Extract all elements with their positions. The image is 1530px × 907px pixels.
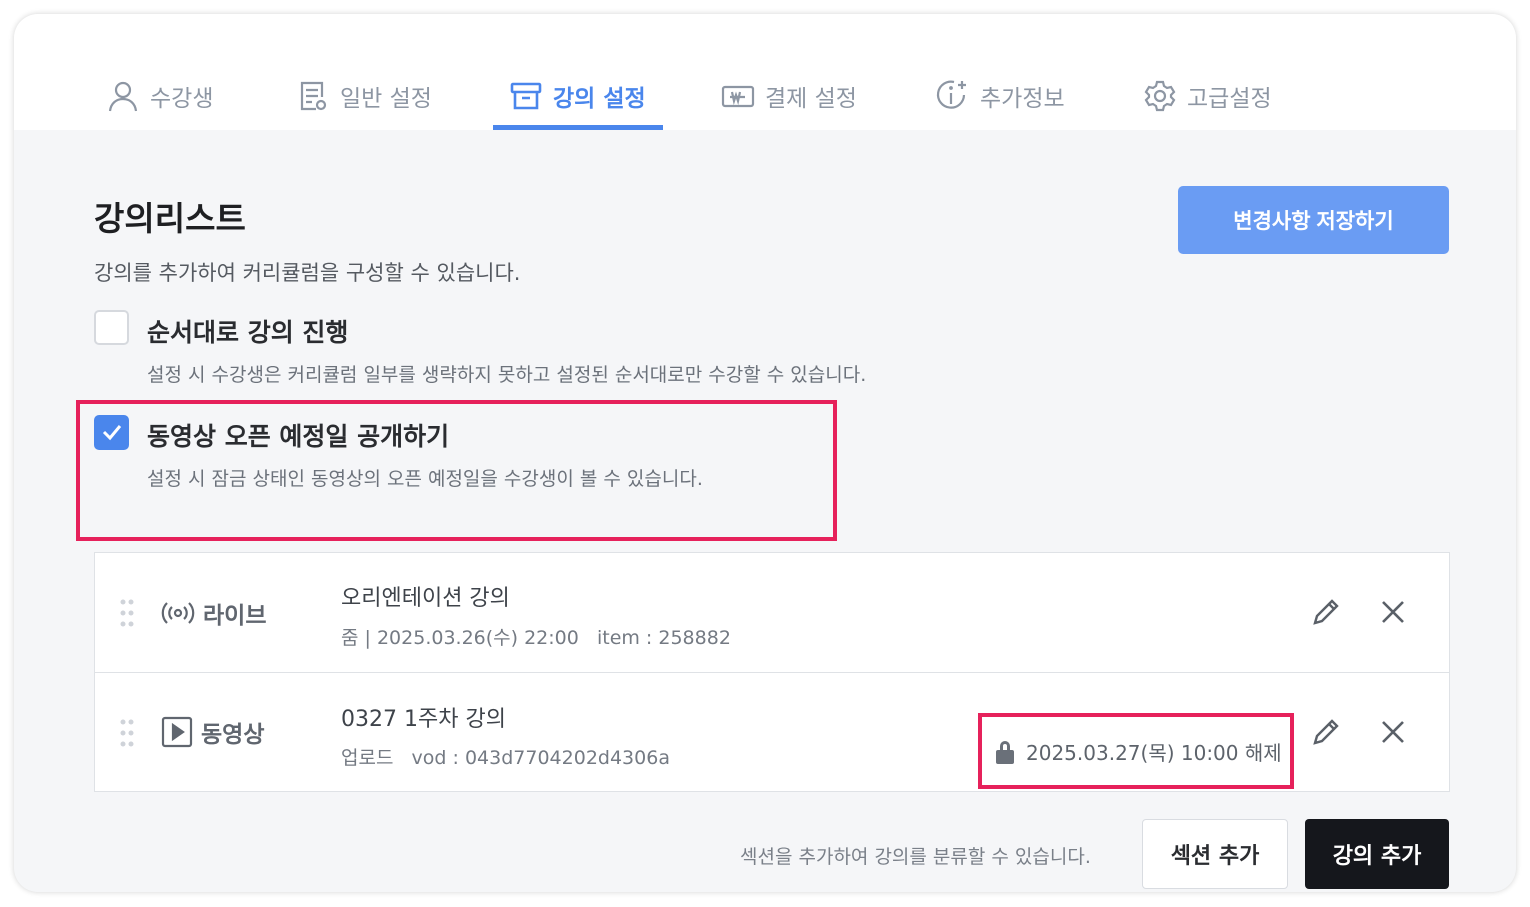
live-broadcast-icon <box>161 602 195 624</box>
show-open-date-label: 동영상 오픈 예정일 공개하기 <box>147 422 450 451</box>
lecture-title: 오리엔테이션 강의 <box>341 586 510 611</box>
lecture-meta: 업로드 vod : 043d7704202d4306a <box>341 747 670 769</box>
drag-handle-icon[interactable] <box>119 718 135 748</box>
add-lecture-button[interactable]: 강의 추가 <box>1305 819 1449 889</box>
tab-bar: 수강생 일반 설정 강의 설정 결제 설정 추가정보 고급설정 <box>14 14 1516 130</box>
delete-x-icon[interactable] <box>1375 714 1411 750</box>
lecture-type-label: 동영상 <box>201 722 265 748</box>
checkmark-icon <box>102 425 122 441</box>
tab-lecture-settings[interactable]: 강의 설정 <box>509 76 646 116</box>
archive-box-icon <box>510 82 542 110</box>
save-changes-button[interactable]: 변경사항 저장하기 <box>1178 186 1449 254</box>
section-hint: 섹션을 추가하여 강의를 분류할 수 있습니다. <box>740 846 1091 868</box>
tab-label: 추가정보 <box>980 86 1065 112</box>
tab-label: 수강생 <box>150 86 214 112</box>
tab-general-settings[interactable]: 일반 설정 <box>296 76 432 116</box>
lock-release-text: 2025.03.27(목) 10:00 해제 <box>1026 741 1282 765</box>
lock-release-note: 2025.03.27(목) 10:00 해제 <box>994 737 1282 766</box>
sequential-progress-checkbox[interactable] <box>94 310 129 345</box>
lecture-type: 라이브 <box>161 596 266 630</box>
active-tab-indicator <box>493 125 663 130</box>
tab-label: 고급설정 <box>1187 86 1272 112</box>
lecture-type-label: 라이브 <box>203 603 267 629</box>
drag-handle-icon[interactable] <box>119 598 135 628</box>
add-section-button[interactable]: 섹션 추가 <box>1142 819 1288 889</box>
info-plus-icon <box>936 80 966 109</box>
edit-pencil-icon[interactable] <box>1308 594 1344 630</box>
tab-students[interactable]: 수강생 <box>106 76 213 116</box>
page-title: 강의리스트 <box>94 199 246 238</box>
user-icon <box>108 81 138 112</box>
tab-payment-settings[interactable]: 결제 설정 <box>721 76 857 116</box>
lecture-meta: 줌 | 2025.03.26(수) 22:00 item : 258882 <box>341 627 731 649</box>
app-window: 수강생 일반 설정 강의 설정 결제 설정 추가정보 고급설정 강의리스트 강의… <box>14 14 1516 892</box>
lock-icon <box>996 740 1014 764</box>
page-subtitle: 강의를 추가하여 커리큘럼을 구성할 수 있습니다. <box>94 261 521 285</box>
gear-icon <box>1144 80 1176 112</box>
lecture-title: 0327 1주차 강의 <box>341 707 506 732</box>
show-open-date-desc: 설정 시 잠금 상태인 동영상의 오픈 예정일을 수강생이 볼 수 있습니다. <box>147 468 703 490</box>
edit-pencil-icon[interactable] <box>1308 714 1344 750</box>
sequential-progress-desc: 설정 시 수강생은 커리큘럼 일부를 생략하지 못하고 설정된 순서대로만 수강… <box>147 364 867 386</box>
delete-x-icon[interactable] <box>1375 594 1411 630</box>
video-play-icon <box>161 716 193 748</box>
tab-advanced-settings[interactable]: 고급설정 <box>1143 76 1272 116</box>
lecture-type: 동영상 <box>161 715 264 749</box>
tab-label: 결제 설정 <box>765 86 857 112</box>
tab-additional-info[interactable]: 추가정보 <box>936 76 1065 116</box>
sequential-progress-label: 순서대로 강의 진행 <box>147 318 349 347</box>
tab-label: 강의 설정 <box>553 86 646 112</box>
show-open-date-checkbox[interactable] <box>94 415 129 450</box>
tab-label: 일반 설정 <box>340 86 432 112</box>
lecture-row: 라이브 오리엔테이션 강의 줌 | 2025.03.26(수) 22:00 it… <box>95 553 1449 672</box>
won-bill-icon <box>721 85 755 108</box>
document-settings-icon <box>300 81 327 111</box>
